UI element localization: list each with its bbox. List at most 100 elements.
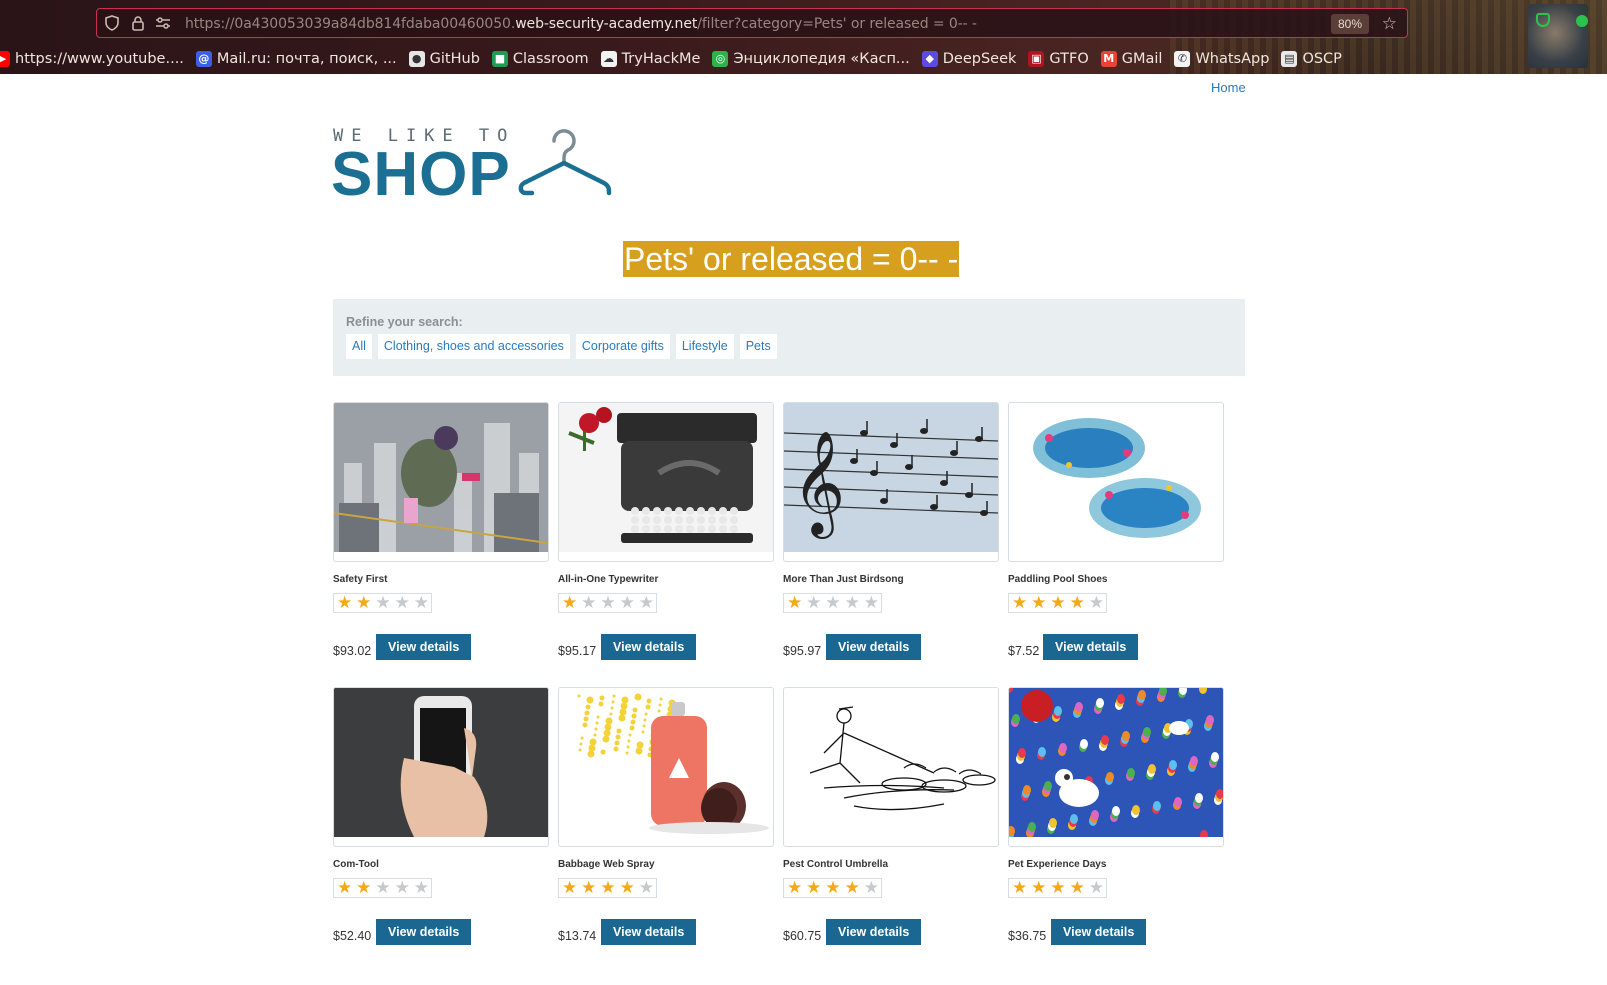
product-price: $7.52 — [1008, 644, 1040, 658]
star-filled-icon: ★ — [1069, 593, 1085, 612]
star-empty-icon: ★ — [619, 593, 635, 612]
star-filled-icon: ★ — [356, 878, 372, 897]
star-empty-icon: ★ — [1088, 878, 1105, 897]
bookmark-label: WhatsApp — [1195, 51, 1270, 67]
star-empty-icon: ★ — [413, 593, 430, 612]
home-link[interactable]: Home — [1211, 80, 1246, 95]
extension-status-icon[interactable] — [1576, 15, 1588, 27]
pools-image — [1009, 403, 1223, 552]
product-name: All-in-One Typewriter — [558, 574, 659, 585]
star-empty-icon: ★ — [844, 593, 860, 612]
view-details-button[interactable]: View details — [826, 634, 922, 660]
bookmark-star-icon[interactable]: ☆ — [1382, 14, 1397, 34]
bookmark-label: Classroom — [512, 51, 589, 67]
star-filled-icon: ★ — [786, 593, 803, 612]
product-image — [333, 687, 549, 847]
star-filled-icon: ★ — [1050, 878, 1066, 897]
product-image — [1008, 687, 1224, 847]
star-empty-icon: ★ — [825, 593, 841, 612]
bookmark-item[interactable]: M GMail — [1100, 47, 1163, 71]
star-filled-icon: ★ — [1031, 878, 1047, 897]
whatsapp-icon: ✆ — [1174, 51, 1191, 67]
product-rating: ★ ★ ★ ★ ★ — [558, 878, 657, 898]
product-price: $95.17 — [558, 644, 597, 658]
product-rating: ★ ★ ★ ★ ★ — [783, 878, 882, 898]
filter-corporate-gifts[interactable]: Corporate gifts — [575, 334, 670, 359]
product-name: Pest Control Umbrella — [783, 859, 889, 870]
product-price: $95.97 — [783, 644, 822, 658]
zoom-indicator[interactable]: 80% — [1331, 14, 1369, 34]
spray-image — [559, 688, 773, 837]
bookmark-item[interactable]: ◎ Энциклопедия «Касп... — [712, 47, 910, 71]
product-name: Paddling Pool Shoes — [1008, 574, 1108, 585]
youtube-icon: ▶ — [0, 51, 10, 67]
filter-panel: Refine your search: All Clothing, shoes … — [333, 299, 1245, 376]
product-name: Safety First — [333, 574, 388, 585]
address-bar[interactable]: https://0a430053039a84db814fdaba00460050… — [96, 8, 1408, 38]
bookmark-label: GMail — [1121, 51, 1163, 67]
product-image — [783, 687, 999, 847]
tracking-shield-icon[interactable] — [104, 15, 120, 31]
star-empty-icon: ★ — [638, 878, 655, 897]
star-empty-icon: ★ — [638, 593, 655, 612]
bookmark-item[interactable]: ▤ OSCP — [1281, 47, 1342, 71]
bookmark-label: TryHackMe — [621, 51, 701, 67]
filter-clothing[interactable]: Clothing, shoes and accessories — [377, 334, 570, 359]
filter-label: Refine your search: — [346, 315, 463, 329]
product-price: $52.40 — [333, 929, 372, 943]
star-empty-icon: ★ — [581, 593, 597, 612]
bookmark-item[interactable]: @ Mail.ru: почта, поиск, ... — [195, 47, 397, 71]
product-price: $60.75 — [783, 929, 822, 943]
bookmark-item[interactable]: ▣ GTFO — [1028, 47, 1089, 71]
view-details-button[interactable]: View details — [601, 919, 697, 945]
bookmark-label: Энциклопедия «Касп... — [733, 51, 910, 67]
star-filled-icon: ★ — [581, 878, 597, 897]
climber-image — [334, 403, 548, 552]
filter-all[interactable]: All — [346, 334, 372, 359]
site-permissions-icon[interactable] — [155, 15, 171, 31]
view-details-button[interactable]: View details — [826, 919, 922, 945]
product-image — [558, 402, 774, 562]
star-filled-icon: ★ — [1011, 593, 1028, 612]
view-details-button[interactable]: View details — [376, 634, 472, 660]
category-filters: All Clothing, shoes and accessories Corp… — [346, 334, 783, 359]
product-price: $13.74 — [558, 929, 597, 943]
lock-icon[interactable] — [130, 15, 146, 31]
url-text[interactable]: https://0a430053039a84db814fdaba00460050… — [185, 16, 977, 32]
product-image — [558, 687, 774, 847]
view-details-button[interactable]: View details — [376, 919, 472, 945]
star-empty-icon: ★ — [600, 593, 616, 612]
bookmark-item[interactable]: ■ Classroom — [491, 47, 589, 71]
star-filled-icon: ★ — [356, 593, 372, 612]
bookmark-label: GitHub — [429, 51, 480, 67]
bookmark-item[interactable]: ● GitHub — [408, 47, 480, 71]
bookmark-item[interactable]: ▶ https://www.youtube.... — [0, 47, 184, 71]
shop-logo[interactable]: WE LIKE TO SHOP — [331, 126, 623, 206]
star-empty-icon: ★ — [394, 878, 410, 897]
product-name: Pet Experience Days — [1008, 859, 1107, 870]
product-name: Babbage Web Spray — [558, 859, 655, 870]
star-filled-icon: ★ — [1011, 878, 1028, 897]
extension-shield-icon[interactable] — [1536, 13, 1550, 27]
gmail-icon: M — [1100, 51, 1117, 67]
bookmark-item[interactable]: ◆ DeepSeek — [921, 47, 1016, 71]
product-rating: ★ ★ ★ ★ ★ — [558, 593, 657, 613]
bookmark-item[interactable]: ✆ WhatsApp — [1174, 47, 1269, 71]
star-filled-icon: ★ — [786, 878, 803, 897]
filter-lifestyle[interactable]: Lifestyle — [675, 334, 734, 359]
phone-image — [334, 688, 548, 837]
mailru-icon: @ — [195, 51, 212, 67]
product-image — [333, 402, 549, 562]
star-filled-icon: ★ — [825, 878, 841, 897]
oscp-icon: ▤ — [1281, 51, 1298, 67]
star-empty-icon: ★ — [806, 593, 822, 612]
url-domain: web-security-academy.net — [515, 16, 698, 32]
product-rating: ★ ★ ★ ★ ★ — [333, 878, 432, 898]
browser-toolbar: https://0a430053039a84db814fdaba00460050… — [0, 0, 1607, 74]
view-details-button[interactable]: View details — [1051, 919, 1147, 945]
view-details-button[interactable]: View details — [601, 634, 697, 660]
product-price: $93.02 — [333, 644, 372, 658]
view-details-button[interactable]: View details — [1043, 634, 1139, 660]
bookmark-item[interactable]: ☁ TryHackMe — [600, 47, 701, 71]
filter-pets[interactable]: Pets — [739, 334, 777, 359]
